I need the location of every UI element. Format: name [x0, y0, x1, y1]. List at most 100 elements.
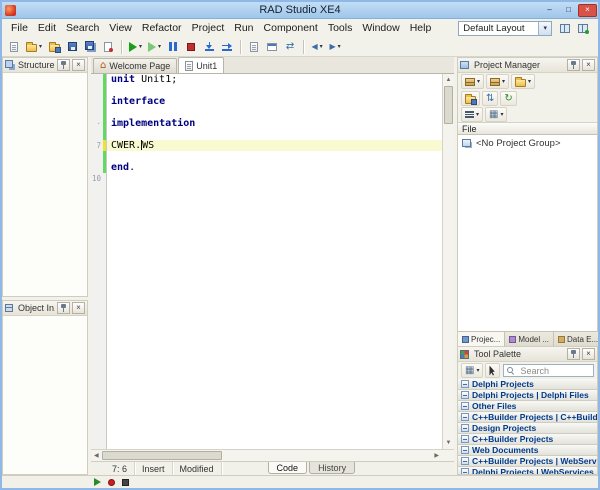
code-line-9[interactable]: end. [107, 162, 442, 173]
browse-forward-button[interactable]: ▶▾ [326, 38, 344, 56]
vertical-scroll-thumb[interactable] [444, 86, 453, 124]
gutter-row[interactable] [91, 151, 106, 162]
gutter-row[interactable] [91, 74, 106, 85]
minimize-button[interactable]: – [540, 4, 559, 17]
pm-sort-button[interactable]: ▾ [461, 107, 483, 122]
structure-pin-button[interactable] [57, 59, 70, 71]
menu-item-refactor[interactable]: Refactor [137, 19, 187, 37]
trace-into-button[interactable] [200, 38, 218, 56]
code-line-8[interactable] [107, 151, 442, 162]
pm-build-button[interactable] [461, 91, 480, 106]
pm-views-button[interactable]: ▦▾ [485, 107, 507, 122]
run-button[interactable]: ▾ [126, 38, 145, 56]
scroll-left-button[interactable]: ◀ [91, 453, 102, 459]
palette-category-c-builder-projects-c-build[interactable]: C++Builder Projects | C++Build... [458, 412, 597, 423]
palette-selection-button[interactable]: ▦▾ [461, 363, 483, 378]
macro-stop-button[interactable] [122, 479, 129, 486]
palette-category-web-documents[interactable]: Web Documents [458, 445, 597, 456]
code-line-4[interactable] [107, 107, 442, 118]
project-manager-pin-button[interactable] [567, 59, 580, 71]
apply-layout-button[interactable] [556, 19, 574, 37]
palette-category-delphi-projects-webservices[interactable]: Delphi Projects | WebServices [458, 467, 597, 474]
editor-tab-welcome-page[interactable]: ⌂Welcome Page [93, 58, 177, 73]
run-without-debugging-button[interactable]: ▾ [145, 38, 164, 56]
menu-item-tools[interactable]: Tools [323, 19, 358, 37]
browse-back-button[interactable]: ◀▾ [308, 38, 326, 56]
gutter-row[interactable] [91, 162, 106, 173]
view-form-button[interactable] [263, 38, 281, 56]
tool-palette-search-input[interactable] [518, 365, 590, 377]
open-file-button[interactable]: ▾ [23, 38, 45, 56]
gutter-row[interactable] [91, 107, 106, 118]
program-reset-button[interactable] [182, 38, 200, 56]
new-items-button[interactable] [5, 38, 23, 56]
panel-tab-projec[interactable]: Projec... [458, 332, 505, 346]
menu-item-view[interactable]: View [104, 19, 137, 37]
palette-cursor-button[interactable] [485, 363, 500, 378]
project-manager-close-button[interactable]: × [582, 59, 595, 71]
palette-category-design-projects[interactable]: Design Projects [458, 423, 597, 434]
palette-category-delphi-projects[interactable]: Delphi Projects [458, 379, 597, 390]
palette-category-c-builder-projects[interactable]: C++Builder Projects [458, 434, 597, 445]
tool-palette-pin-button[interactable] [567, 348, 580, 360]
macro-record-button[interactable] [108, 479, 115, 486]
palette-category-c-builder-projects-webservi[interactable]: C++Builder Projects | WebServi... [458, 456, 597, 467]
scroll-right-button[interactable]: ▶ [431, 453, 442, 459]
code-line-5[interactable]: implementation [107, 118, 442, 129]
macro-play-button[interactable] [94, 478, 101, 486]
save-all-button[interactable] [81, 38, 99, 56]
save-layout-button[interactable] [574, 19, 592, 37]
project-tree-item[interactable]: <No Project Group> [460, 137, 595, 150]
scroll-down-button[interactable]: ▼ [446, 437, 452, 449]
pm-activate-button[interactable]: ▾ [511, 74, 535, 89]
gutter-row[interactable]: 7 [91, 140, 106, 151]
menu-item-file[interactable]: File [6, 19, 33, 37]
layout-combobox[interactable]: Default Layout ▾ [458, 21, 552, 36]
maximize-button[interactable]: □ [559, 4, 578, 17]
save-button[interactable] [63, 38, 81, 56]
code-line-6[interactable] [107, 129, 442, 140]
step-over-button[interactable] [218, 38, 236, 56]
close-file-button[interactable] [99, 38, 117, 56]
open-project-button[interactable] [45, 38, 63, 56]
gutter-row[interactable]: · [91, 118, 106, 129]
gutter-row[interactable] [91, 129, 106, 140]
palette-category-other-files[interactable]: Other Files [458, 401, 597, 412]
object-inspector-pin-button[interactable] [57, 302, 70, 314]
pm-targets-button[interactable]: ▾ [486, 74, 509, 89]
menu-item-edit[interactable]: Edit [33, 19, 61, 37]
menu-item-component[interactable]: Component [259, 19, 323, 37]
menu-item-search[interactable]: Search [61, 19, 104, 37]
gutter-row[interactable]: 10 [91, 173, 106, 184]
menu-item-window[interactable]: Window [357, 19, 404, 37]
combobox-arrow-icon[interactable]: ▾ [538, 22, 551, 35]
pause-button[interactable] [164, 38, 182, 56]
menu-item-project[interactable]: Project [187, 19, 230, 37]
view-unit-button[interactable] [245, 38, 263, 56]
code-line-1[interactable]: unit Unit1; [107, 74, 442, 85]
code-line-10[interactable] [107, 173, 442, 184]
object-inspector-close-button[interactable]: × [72, 302, 85, 314]
pm-sync-button[interactable]: ⇅ [482, 91, 498, 106]
horizontal-scroll-thumb[interactable] [102, 451, 222, 460]
code-line-3[interactable]: interface [107, 96, 442, 107]
menu-item-run[interactable]: Run [229, 19, 258, 37]
panel-tab-data-e[interactable]: Data E... [554, 332, 600, 346]
pm-refresh-button[interactable]: ↻ [500, 91, 516, 106]
editor-view-tab-history[interactable]: History [309, 462, 355, 474]
tool-palette-close-button[interactable]: × [582, 348, 595, 360]
panel-tab-model[interactable]: Model ... [505, 332, 554, 346]
toggle-form-unit-button[interactable]: ⇄ [281, 38, 299, 56]
code-line-2[interactable] [107, 85, 442, 96]
close-button[interactable]: × [578, 4, 597, 17]
gutter-row[interactable] [91, 85, 106, 96]
scroll-up-button[interactable]: ▲ [446, 74, 452, 86]
gutter-row[interactable] [91, 96, 106, 107]
menu-item-help[interactable]: Help [405, 19, 437, 37]
editor-tab-unit1[interactable]: Unit1 [178, 57, 224, 73]
editor-code[interactable]: unit Unit1; interface implementation CWER.W… [107, 74, 442, 449]
structure-close-button[interactable]: × [72, 59, 85, 71]
palette-category-delphi-projects-delphi-files[interactable]: Delphi Projects | Delphi Files [458, 390, 597, 401]
code-line-7[interactable]: CWER.WS [107, 140, 442, 151]
pm-new-button[interactable]: ▾ [461, 74, 484, 89]
